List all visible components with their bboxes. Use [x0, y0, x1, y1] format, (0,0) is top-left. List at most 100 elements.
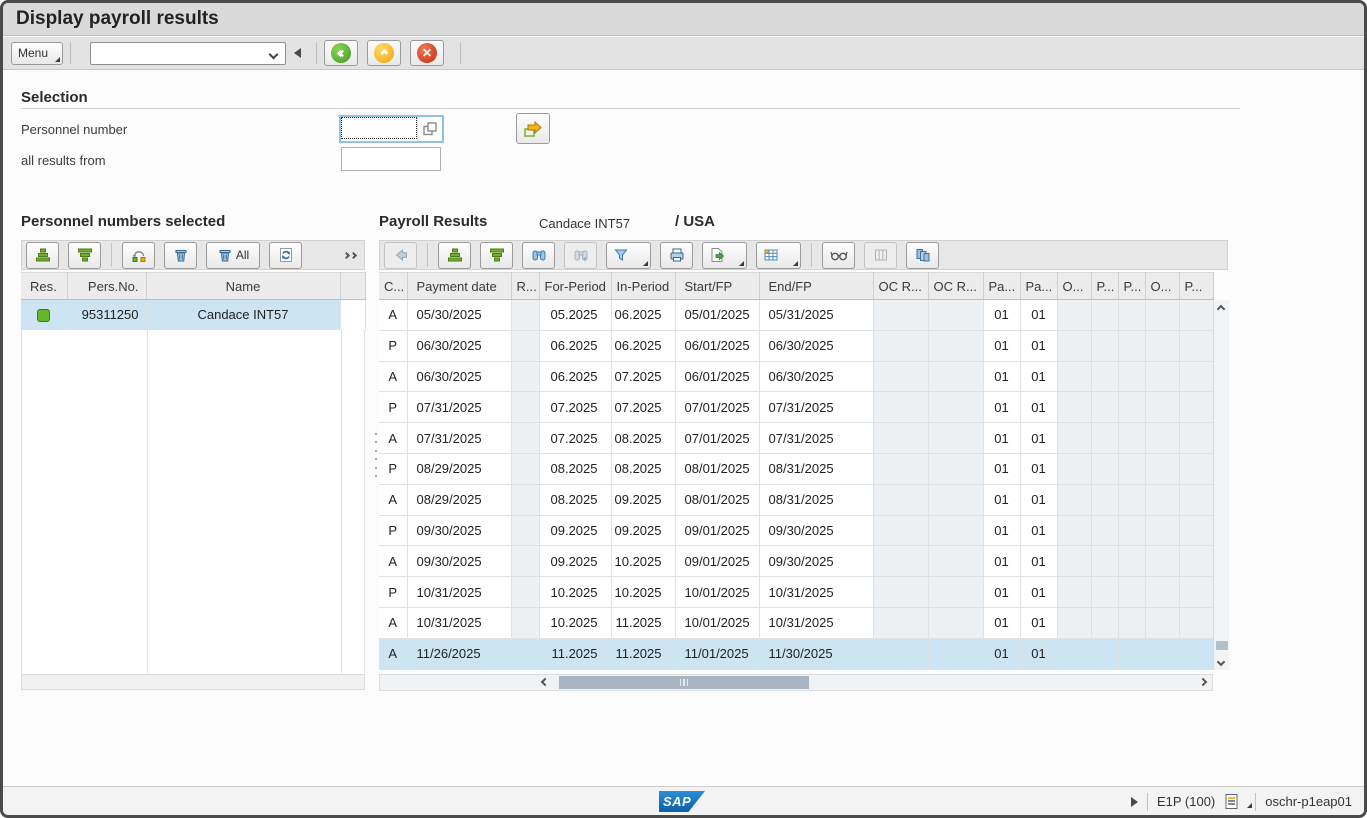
cell[interactable]: 01 — [983, 423, 1020, 454]
cell[interactable] — [511, 453, 539, 484]
cell[interactable] — [873, 453, 928, 484]
cell[interactable]: 10.2025 — [611, 546, 675, 577]
cell[interactable] — [928, 484, 983, 515]
cell[interactable]: 09/30/2025 — [759, 515, 873, 546]
vertical-scrollbar[interactable] — [1213, 300, 1229, 670]
cell[interactable]: 01 — [1020, 392, 1057, 423]
cell[interactable]: 07.2025 — [539, 392, 611, 423]
exit-button[interactable] — [367, 40, 401, 66]
delete-entry-button[interactable] — [164, 242, 197, 269]
cell[interactable]: 01 — [1020, 638, 1057, 669]
scroll-up-icon[interactable] — [1217, 305, 1225, 313]
value-help-button[interactable] — [417, 117, 442, 141]
column-header[interactable]: OC R... — [873, 273, 928, 300]
cell[interactable] — [1145, 515, 1179, 546]
cell[interactable] — [1057, 453, 1091, 484]
cell[interactable] — [1145, 330, 1179, 361]
cell[interactable]: 07.2025 — [611, 361, 675, 392]
column-header[interactable]: O... — [1145, 273, 1179, 300]
cell[interactable] — [1118, 546, 1145, 577]
cell[interactable]: P — [379, 577, 407, 608]
cell[interactable]: A — [379, 607, 407, 638]
multiple-selection-button[interactable] — [516, 113, 550, 144]
cell[interactable]: 08/31/2025 — [759, 484, 873, 515]
cell[interactable] — [873, 484, 928, 515]
find-next-button[interactable] — [564, 242, 597, 269]
column-header[interactable]: C... — [379, 273, 407, 300]
cell[interactable]: 07.2025 — [539, 423, 611, 454]
vertical-scroll-thumb[interactable] — [1216, 641, 1228, 650]
column-header[interactable]: Pers.No. — [67, 273, 146, 300]
cell[interactable] — [21, 300, 67, 331]
cell[interactable]: P — [379, 392, 407, 423]
table-row[interactable]: A10/31/202510.202511.202510/01/202510/31… — [379, 607, 1213, 638]
back-button[interactable] — [324, 40, 358, 66]
cell[interactable]: 11.2025 — [539, 638, 611, 669]
cell[interactable] — [511, 300, 539, 331]
cell[interactable]: A — [379, 361, 407, 392]
cell[interactable] — [1091, 546, 1118, 577]
cell[interactable] — [1179, 546, 1213, 577]
scroll-right-icon[interactable] — [1199, 678, 1207, 686]
cell[interactable]: 06/30/2025 — [759, 330, 873, 361]
cell[interactable]: 08/29/2025 — [407, 453, 511, 484]
cell[interactable]: A — [379, 638, 407, 669]
cell[interactable] — [873, 361, 928, 392]
toolbar-overflow-button[interactable] — [344, 253, 356, 258]
cell[interactable] — [928, 453, 983, 484]
column-header[interactable]: Payment date — [407, 273, 511, 300]
cell[interactable]: 01 — [1020, 423, 1057, 454]
cell[interactable]: A — [379, 484, 407, 515]
cell[interactable] — [1091, 607, 1118, 638]
cell[interactable] — [1145, 300, 1179, 331]
cell[interactable]: 08/31/2025 — [759, 453, 873, 484]
cell[interactable] — [873, 546, 928, 577]
cell[interactable] — [1057, 638, 1091, 669]
column-select-button[interactable] — [864, 242, 897, 269]
cell[interactable]: 01 — [983, 638, 1020, 669]
cell[interactable] — [1091, 423, 1118, 454]
table-row[interactable]: P07/31/202507.202507.202507/01/202507/31… — [379, 392, 1213, 423]
cell[interactable] — [511, 361, 539, 392]
cell[interactable] — [1179, 392, 1213, 423]
column-header[interactable]: For-Period — [539, 273, 611, 300]
cell[interactable]: 01 — [1020, 607, 1057, 638]
cell[interactable] — [1145, 361, 1179, 392]
cell[interactable]: 10/01/2025 — [675, 607, 759, 638]
cell[interactable] — [1145, 453, 1179, 484]
column-header[interactable]: OC R... — [928, 273, 983, 300]
cell[interactable] — [1179, 515, 1213, 546]
cell[interactable]: 05/01/2025 — [675, 300, 759, 331]
column-header[interactable]: In-Period — [611, 273, 675, 300]
cell[interactable] — [1145, 423, 1179, 454]
cell[interactable] — [928, 361, 983, 392]
back-navigation-button[interactable] — [384, 242, 417, 269]
sort-ascending-button[interactable] — [438, 242, 471, 269]
column-header[interactable]: Name — [146, 273, 340, 300]
cell[interactable] — [1118, 484, 1145, 515]
column-header[interactable] — [340, 273, 365, 300]
cell[interactable] — [1091, 638, 1118, 669]
cell[interactable] — [928, 423, 983, 454]
cell[interactable]: A — [379, 423, 407, 454]
column-header[interactable]: P... — [1179, 273, 1213, 300]
cell[interactable]: 05.2025 — [539, 300, 611, 331]
cell[interactable]: 10/31/2025 — [759, 607, 873, 638]
cancel-button[interactable]: ✕ — [410, 40, 444, 66]
cell[interactable]: 06/01/2025 — [675, 361, 759, 392]
sort-descending-button[interactable] — [480, 242, 513, 269]
cell[interactable]: 95311250 — [67, 300, 146, 331]
personnel-number-input[interactable] — [341, 117, 417, 139]
cell[interactable]: 07.2025 — [611, 392, 675, 423]
cell[interactable] — [873, 607, 928, 638]
cell[interactable]: 08/01/2025 — [675, 484, 759, 515]
cell[interactable] — [1179, 484, 1213, 515]
cell[interactable] — [928, 330, 983, 361]
cell[interactable] — [1179, 607, 1213, 638]
cell[interactable]: 08.2025 — [611, 423, 675, 454]
cell[interactable] — [1057, 423, 1091, 454]
table-row[interactable]: P08/29/202508.202508.202508/01/202508/31… — [379, 453, 1213, 484]
table-row[interactable]: P10/31/202510.202510.202510/01/202510/31… — [379, 577, 1213, 608]
cell[interactable] — [1057, 515, 1091, 546]
cell[interactable] — [1179, 330, 1213, 361]
